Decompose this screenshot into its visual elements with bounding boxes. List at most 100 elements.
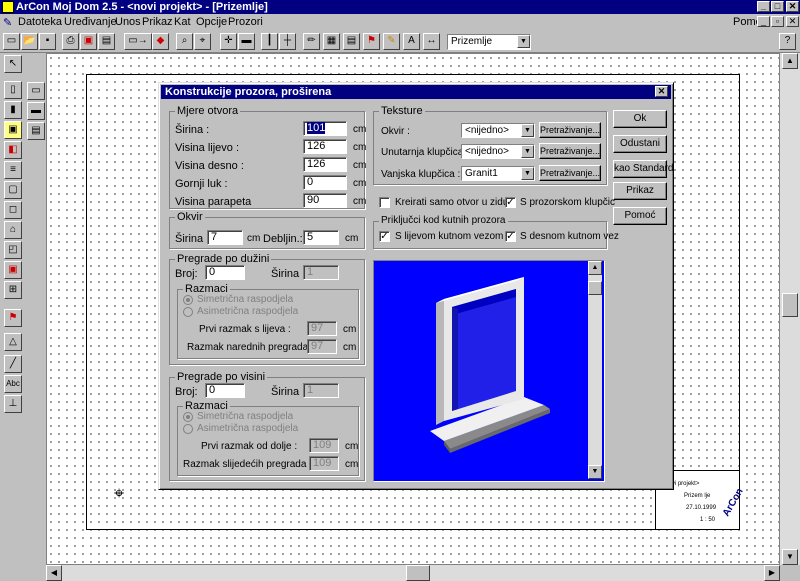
roof-icon[interactable]: ⌂	[4, 221, 22, 239]
menu-prikaz[interactable]: Prikaz	[142, 16, 173, 28]
measure-icon[interactable]: ▬	[238, 33, 255, 50]
room-icon[interactable]: ▢	[4, 181, 22, 199]
tex-outer-sill-select[interactable]: Granit1 ▼	[461, 166, 535, 181]
preview-scroll-down-icon[interactable]: ▼	[588, 465, 602, 479]
hdiv-next-input[interactable]: 97	[307, 339, 337, 354]
tex-inner-sill-select[interactable]: <nijedno> ▼	[461, 144, 535, 159]
tex-frame-browse-button[interactable]: Pretraživanje...	[539, 122, 601, 138]
tex-outer-sill-browse-button[interactable]: Pretraživanje...	[539, 165, 601, 181]
print-icon[interactable]: ⎙	[62, 33, 79, 50]
wall2-icon[interactable]: ▮	[4, 101, 22, 119]
opening-only-checkbox[interactable]	[379, 197, 390, 208]
window-3d-preview[interactable]: ▲ ▼	[373, 260, 605, 482]
switch-view-icon[interactable]: ▭→	[124, 33, 152, 50]
doc-minimize-button[interactable]: _	[757, 16, 770, 27]
dormer-icon[interactable]: ◰	[4, 241, 22, 259]
new-icon[interactable]: ▭	[3, 33, 20, 50]
menu-datoteka[interactable]: Datoteka	[18, 16, 62, 28]
ok-button[interactable]: Ok	[613, 110, 667, 128]
save-icon[interactable]: ▪	[39, 33, 56, 50]
wall-type2-icon[interactable]: ▬	[27, 102, 45, 120]
scroll-thumb[interactable]	[782, 293, 798, 317]
close-button[interactable]: ✕	[786, 1, 799, 12]
height-right-input[interactable]: 126	[303, 157, 347, 172]
vdiv-symmetric-radio[interactable]	[183, 412, 193, 422]
3d-view-icon[interactable]: ◆	[152, 33, 169, 50]
chevron-down-icon[interactable]: ▼	[517, 35, 530, 48]
as-standard-button[interactable]: kao Standard	[613, 160, 674, 178]
floor-select[interactable]: Prizemlje ▼	[447, 34, 531, 50]
terrain-icon[interactable]: △	[4, 333, 22, 351]
menu-unos[interactable]: Unos	[115, 16, 141, 28]
frame-depth-input[interactable]: 5	[303, 230, 339, 245]
zoom-icon[interactable]: ⌕	[176, 33, 193, 50]
render-icon[interactable]: ▣	[80, 33, 97, 50]
horizontal-scrollbar[interactable]: ◀ ▶	[46, 565, 780, 581]
door-tool-icon[interactable]: ◧	[4, 141, 22, 159]
menu-prozori[interactable]: Prozori	[228, 16, 263, 28]
help-button[interactable]: Pomoć	[613, 207, 667, 225]
dimension-tool-icon[interactable]: ⊥	[4, 395, 22, 413]
dialog-close-button[interactable]: ✕	[655, 86, 668, 97]
scroll-up-icon[interactable]: ▲	[782, 53, 798, 69]
tex-inner-sill-browse-button[interactable]: Pretraživanje...	[539, 143, 601, 159]
wall-type-icon[interactable]: ▭	[27, 82, 45, 100]
width-input[interactable]: 101	[303, 121, 347, 136]
menu-opcije[interactable]: Opcije	[196, 16, 227, 28]
cancel-button[interactable]: Odustani	[613, 135, 667, 153]
zoom-area-icon[interactable]: ⌖	[194, 33, 211, 50]
chimney-icon[interactable]: ▣	[4, 261, 22, 279]
text-icon[interactable]: Abc	[4, 375, 22, 393]
grid-icon[interactable]: ┼	[279, 33, 296, 50]
wall-icon[interactable]: ▯	[4, 81, 22, 99]
right-corner-checkbox[interactable]: ✓	[505, 231, 516, 242]
layers-icon[interactable]: ▤	[343, 33, 360, 50]
vertical-scrollbar[interactable]: ▲ ▼	[780, 53, 800, 565]
pencil-icon[interactable]: ✏	[303, 33, 320, 50]
doc-close-button[interactable]: ✕	[786, 16, 799, 27]
print-preview-icon[interactable]: ▤	[98, 33, 115, 50]
scroll-down-icon[interactable]: ▼	[782, 549, 798, 565]
preview-scroll-thumb[interactable]	[588, 281, 602, 295]
wall-type3-icon[interactable]: ▤	[27, 122, 45, 140]
hatch-icon[interactable]: ▦	[323, 33, 340, 50]
flag-icon[interactable]: ⚑	[363, 33, 380, 50]
column-icon[interactable]: ◻	[4, 201, 22, 219]
line-icon[interactable]: ╱	[4, 355, 22, 373]
chevron-down-icon[interactable]: ▼	[521, 167, 534, 180]
tex-frame-select[interactable]: <nijedno> ▼	[461, 123, 535, 138]
minimize-button[interactable]: _	[757, 1, 770, 12]
open-icon[interactable]: 📂	[21, 33, 38, 50]
menu-uredivanje[interactable]: Uređivanje	[64, 16, 117, 28]
hdiv-width-input[interactable]: 1	[303, 265, 339, 280]
sill-height-input[interactable]: 90	[303, 193, 347, 208]
chevron-down-icon[interactable]: ▼	[521, 124, 534, 137]
vdiv-first-input[interactable]: 109	[309, 438, 339, 453]
preview-scroll-up-icon[interactable]: ▲	[588, 261, 602, 275]
scroll-left-icon[interactable]: ◀	[46, 565, 62, 581]
text-tool-icon[interactable]: A	[403, 33, 420, 50]
dimension-icon[interactable]: ↔	[423, 33, 440, 50]
crosshair-icon[interactable]: ✛	[220, 33, 237, 50]
vdiv-next-input[interactable]: 109	[309, 456, 339, 471]
ruler-icon[interactable]: ┃	[261, 33, 278, 50]
hdiv-symmetric-radio[interactable]	[183, 295, 193, 305]
pointer-icon[interactable]: ↖	[4, 55, 22, 73]
show-button[interactable]: Prikaz	[613, 182, 667, 200]
height-left-input[interactable]: 126	[303, 139, 347, 154]
vdiv-asymmetric-radio[interactable]	[183, 424, 193, 434]
chevron-down-icon[interactable]: ▼	[521, 145, 534, 158]
hdiv-asymmetric-radio[interactable]	[183, 307, 193, 317]
doc-restore-button[interactable]: ▫	[771, 16, 784, 27]
hdiv-count-input[interactable]: 0	[205, 265, 245, 280]
window-tool-icon[interactable]: ▣	[4, 121, 22, 139]
scroll-hthumb[interactable]	[406, 565, 430, 581]
vdiv-count-input[interactable]: 0	[205, 383, 245, 398]
top-arc-input[interactable]: 0	[303, 175, 347, 190]
hdiv-first-input[interactable]: 97	[307, 321, 337, 336]
preview-vscroll-track[interactable]	[588, 275, 602, 467]
flag-tool-icon[interactable]: ⚑	[4, 309, 22, 327]
menu-kat[interactable]: Kat	[174, 16, 191, 28]
object-icon[interactable]: ⊞	[4, 281, 22, 299]
vdiv-width-input[interactable]: 1	[303, 383, 339, 398]
